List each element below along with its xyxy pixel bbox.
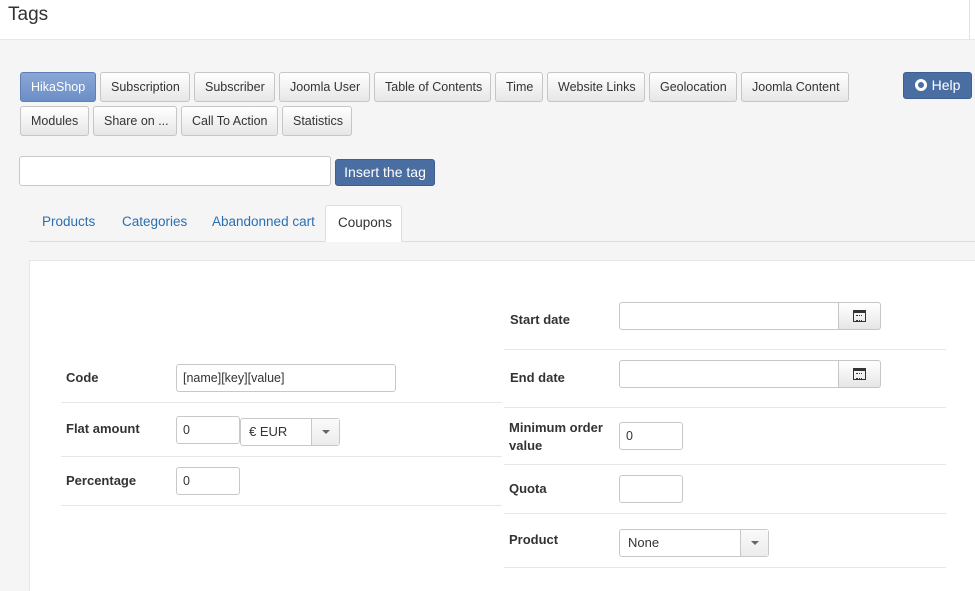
tag-button-time[interactable]: Time [495, 72, 543, 102]
flat-amount-label: Flat amount [66, 421, 140, 436]
start-date-calendar-button[interactable] [838, 302, 881, 330]
page-title: Tags [8, 4, 49, 25]
tab-categories[interactable]: Categories [110, 205, 199, 242]
product-label: Product [509, 532, 559, 547]
tag-button-statistics[interactable]: Statistics [282, 106, 352, 136]
divider [504, 349, 946, 350]
quota-input[interactable] [619, 475, 683, 503]
top-bar: Tags [0, 0, 975, 40]
tag-input[interactable] [19, 156, 331, 186]
percentage-label: Percentage [66, 473, 137, 488]
tag-button-subscription[interactable]: Subscription [100, 72, 190, 102]
code-input[interactable]: [name][key][value] [176, 364, 396, 392]
chevron-down-icon [740, 530, 768, 556]
tag-button-geolocation[interactable]: Geolocation [649, 72, 737, 102]
coupon-tabs: Products Categories Abandonned cart Coup… [29, 205, 975, 242]
chevron-down-icon [311, 419, 339, 445]
currency-select[interactable]: € EUR [240, 418, 340, 446]
minimum-order-label: Minimum order value [509, 419, 603, 455]
tag-button-hikashop[interactable]: HikaShop [20, 72, 96, 102]
tab-abandonned-cart[interactable]: Abandonned cart [200, 205, 327, 242]
help-label: Help [931, 77, 961, 93]
percentage-input[interactable]: 0 [176, 467, 240, 495]
start-date-label: Start date [510, 312, 570, 327]
tab-coupons[interactable]: Coupons [325, 205, 402, 242]
calendar-icon [853, 368, 866, 380]
quota-label: Quota [509, 481, 547, 496]
help-button[interactable]: Help [903, 72, 972, 99]
tag-button-joomla-content[interactable]: Joomla Content [741, 72, 849, 102]
divider [969, 0, 970, 40]
tag-button-table-of-contents[interactable]: Table of Contents [374, 72, 491, 102]
tag-button-subscriber[interactable]: Subscriber [194, 72, 275, 102]
product-value: None [628, 535, 660, 550]
minimum-order-label-line2: value [509, 438, 543, 453]
divider [504, 513, 946, 514]
tab-products[interactable]: Products [30, 205, 107, 242]
product-select[interactable]: None [619, 529, 769, 557]
code-label: Code [66, 370, 99, 385]
divider [504, 407, 946, 408]
divider [504, 567, 946, 568]
end-date-label: End date [510, 370, 565, 385]
tag-button-website-links[interactable]: Website Links [547, 72, 645, 102]
minimum-order-label-line1: Minimum order [509, 420, 603, 435]
calendar-icon [853, 310, 866, 322]
start-date-input[interactable] [619, 302, 839, 330]
minimum-order-input[interactable]: 0 [619, 422, 683, 450]
insert-tag-button[interactable]: Insert the tag [335, 159, 435, 186]
tag-button-call-to-action[interactable]: Call To Action [181, 106, 278, 136]
divider [61, 505, 502, 506]
end-date-input[interactable] [619, 360, 839, 388]
tag-button-share-on[interactable]: Share on ... [93, 106, 177, 136]
tag-button-joomla-user[interactable]: Joomla User [279, 72, 370, 102]
divider [61, 402, 502, 403]
tag-button-modules[interactable]: Modules [20, 106, 89, 136]
lifebuoy-icon [914, 79, 927, 91]
currency-value: € EUR [249, 424, 288, 439]
divider [504, 464, 946, 465]
flat-amount-input[interactable]: 0 [176, 416, 240, 444]
divider [61, 456, 502, 457]
end-date-calendar-button[interactable] [838, 360, 881, 388]
